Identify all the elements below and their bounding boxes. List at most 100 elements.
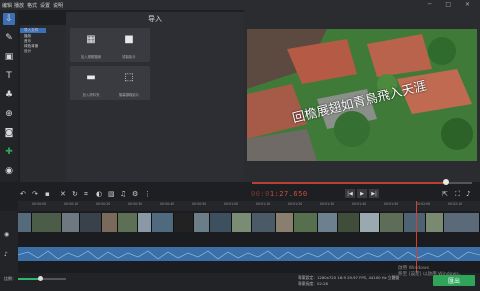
video-clip[interactable]: [294, 213, 318, 232]
stickers-tool-icon[interactable]: ♣: [3, 89, 15, 101]
ruler-tick: 00:00:50: [192, 202, 207, 206]
project-info: 專案設定：1280x720 16:9 29.97 FPS, 44100 Hz 立…: [298, 275, 399, 287]
delete-icon[interactable]: ▪: [45, 190, 50, 198]
media-icon[interactable]: ▧: [108, 190, 115, 198]
timecode: 00:01:27.650: [251, 190, 308, 198]
video-clip[interactable]: [102, 213, 118, 232]
zoom-label: 比例：: [4, 276, 16, 281]
zoom-slider-fill: [18, 278, 40, 280]
screen-capture-icon: ⬚: [124, 72, 134, 83]
project-length-text: 專案長度：02:28: [298, 281, 328, 286]
video-track-visibility-icon[interactable]: ◉: [4, 231, 9, 238]
record-video-icon: ■: [124, 34, 134, 45]
video-clip[interactable]: [444, 213, 480, 232]
timeline-ruler[interactable]: 00:00:00 00:00:10 00:00:20 00:00:30 00:0…: [18, 201, 480, 211]
video-clip[interactable]: [232, 213, 252, 232]
video-clip[interactable]: [380, 213, 404, 232]
screen-capture-label: 螢幕擷取影片: [118, 93, 140, 97]
split-icon[interactable]: ✕: [60, 190, 66, 198]
audio-track[interactable]: [17, 247, 480, 261]
previous-frame-icon[interactable]: |◀: [345, 189, 355, 198]
video-clip[interactable]: [18, 213, 32, 232]
seek-handle[interactable]: [442, 179, 449, 185]
settings-icon[interactable]: ⚙: [132, 190, 138, 198]
seek-bar[interactable]: [252, 182, 472, 184]
video-clip[interactable]: [152, 213, 174, 232]
zoom-tool-icon[interactable]: ⊕: [3, 108, 15, 120]
video-clip[interactable]: [210, 213, 232, 232]
titles-tool-icon[interactable]: T: [3, 70, 15, 82]
more-icon[interactable]: ⋮: [144, 190, 151, 198]
menu-settings[interactable]: 设置: [40, 2, 50, 9]
audio-icon[interactable]: ♫: [120, 190, 126, 198]
ruler-tick: 00:00:00: [32, 202, 47, 206]
video-clip[interactable]: [404, 213, 426, 232]
export-button[interactable]: 匯出: [433, 275, 475, 286]
snapshot-icon[interactable]: ⇱: [442, 190, 448, 198]
video-clip[interactable]: [252, 213, 276, 232]
filters-tool-icon[interactable]: ◙: [3, 127, 15, 139]
screen-capture-button[interactable]: ⬚ 螢幕擷取影片: [108, 66, 150, 100]
import-title: 导入: [148, 15, 162, 23]
video-clip[interactable]: [32, 213, 62, 232]
record-video-label: 錄製影片: [122, 55, 136, 59]
more-tools-icon[interactable]: ✚: [3, 146, 15, 158]
next-frame-icon[interactable]: ▶|: [369, 189, 379, 198]
record-video-button[interactable]: ■ 錄製影片: [108, 28, 150, 62]
tool-strip: ⇩ ✎ ▣ T ♣ ⊕ ◙ ✚ ◉: [0, 10, 18, 182]
fullscreen-icon[interactable]: ⛶: [455, 190, 460, 199]
add-folder-icon: ▬: [86, 72, 96, 83]
add-files-button[interactable]: ▦ 加入媒體檔案: [70, 28, 112, 62]
add-folder-button[interactable]: ▬ 加入資料夾: [70, 66, 112, 100]
menu-format[interactable]: 格式: [27, 2, 37, 9]
zoom-slider-handle[interactable]: [38, 276, 43, 281]
add-files-label: 加入媒體檔案: [80, 55, 102, 59]
video-clip[interactable]: [338, 213, 360, 232]
video-clip[interactable]: [62, 213, 80, 232]
ruler-tick: 00:02:00: [416, 202, 431, 206]
transitions-tool-icon[interactable]: ▣: [3, 51, 15, 63]
ruler-tick: 00:00:10: [64, 202, 79, 206]
ruler-tick: 00:01:50: [384, 202, 399, 206]
ruler-tick: 00:01:40: [352, 202, 367, 206]
undo-icon[interactable]: ↶: [20, 190, 26, 198]
video-clip[interactable]: [426, 213, 444, 232]
color-icon[interactable]: ◐: [96, 190, 102, 198]
ruler-tick: 00:01:00: [224, 202, 239, 206]
video-clip[interactable]: [118, 213, 138, 232]
audio-track-mute-icon[interactable]: ♪: [4, 251, 8, 258]
effects-tool-icon[interactable]: ✎: [3, 32, 15, 44]
ruler-tick: 00:01:20: [288, 202, 303, 206]
ruler-tick: 00:01:10: [256, 202, 271, 206]
category-item[interactable]: 设计: [24, 49, 31, 54]
video-clip[interactable]: [276, 213, 294, 232]
ruler-tick: 00:02:10: [448, 202, 463, 206]
record-tool-icon[interactable]: ◉: [3, 165, 15, 177]
ruler-tick: 00:01:30: [320, 202, 335, 206]
redo-icon[interactable]: ↷: [32, 190, 38, 198]
track-header: ◉ ♪: [0, 211, 18, 273]
category-item[interactable]: 导入文件: [24, 28, 38, 33]
add-folder-label: 加入資料夾: [82, 93, 100, 97]
rotate-icon[interactable]: ↻: [72, 190, 78, 198]
video-clip[interactable]: [80, 213, 102, 232]
video-clip[interactable]: [194, 213, 210, 232]
import-tool-icon[interactable]: ⇩: [3, 13, 15, 25]
menu-help[interactable]: 说明: [53, 2, 63, 9]
video-clip[interactable]: [318, 213, 338, 232]
crop-icon[interactable]: ⌗: [84, 190, 88, 199]
volume-icon[interactable]: ♪: [466, 190, 470, 198]
play-icon[interactable]: ▶: [357, 189, 367, 198]
add-files-icon: ▦: [86, 34, 96, 45]
video-track[interactable]: [18, 213, 480, 232]
video-clip[interactable]: [138, 213, 152, 232]
video-clip[interactable]: [360, 213, 380, 232]
ruler-tick: 00:00:30: [128, 202, 143, 206]
menu-edit[interactable]: 编辑: [2, 2, 12, 9]
timecode-value: 1:27.650: [269, 190, 308, 198]
window-controls[interactable]: ─ □ ✕: [428, 1, 476, 8]
ruler-tick: 00:00:40: [160, 202, 175, 206]
playhead[interactable]: [416, 201, 417, 273]
video-clip[interactable]: [174, 213, 194, 232]
menu-play[interactable]: 播放: [14, 2, 24, 9]
